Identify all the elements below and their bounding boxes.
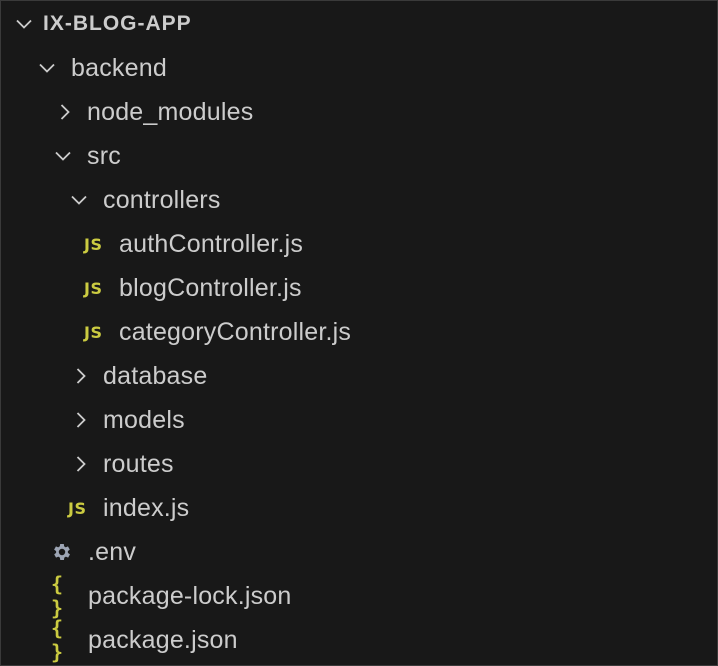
javascript-file-icon: JS bbox=[84, 322, 103, 342]
tree-item-label: database bbox=[103, 361, 208, 390]
javascript-file-icon: JS bbox=[68, 498, 87, 518]
chevron-right-icon bbox=[72, 455, 90, 473]
json-file-icon: { } bbox=[51, 616, 63, 664]
tree-item-label: models bbox=[103, 405, 185, 434]
tree-folder-controllers[interactable]: controllers bbox=[1, 178, 717, 222]
tree-file-index-js[interactable]: JS index.js bbox=[1, 486, 717, 530]
tree-folder-routes[interactable]: routes bbox=[1, 442, 717, 486]
chevron-down-icon bbox=[54, 147, 72, 165]
javascript-file-icon: JS bbox=[84, 278, 103, 298]
tree-item-label: categoryController.js bbox=[119, 317, 352, 346]
json-file-icon: { } bbox=[51, 572, 63, 620]
file-explorer: IX-BLOG-APP backend node_modules src con… bbox=[0, 0, 718, 666]
chevron-right-icon bbox=[56, 103, 74, 121]
tree-file-env[interactable]: .env bbox=[1, 530, 717, 574]
tree-folder-database[interactable]: database bbox=[1, 354, 717, 398]
tree-item-label: package.json bbox=[88, 625, 238, 654]
gear-icon bbox=[51, 541, 77, 563]
chevron-down-icon bbox=[70, 191, 88, 209]
tree-file-package-lock-json[interactable]: { } package-lock.json bbox=[1, 572, 717, 620]
tree-file-blog-controller[interactable]: JS blogController.js bbox=[1, 266, 717, 310]
javascript-file-icon: JS bbox=[84, 234, 103, 254]
tree-folder-backend[interactable]: backend bbox=[1, 46, 717, 90]
tree-file-category-controller[interactable]: JS categoryController.js bbox=[1, 310, 717, 354]
tree-file-package-json[interactable]: { } package.json bbox=[1, 616, 717, 664]
tree-item-label: routes bbox=[103, 449, 174, 478]
tree-folder-node-modules[interactable]: node_modules bbox=[1, 90, 717, 134]
chevron-down-icon bbox=[38, 59, 56, 77]
tree-item-label: src bbox=[87, 141, 121, 170]
tree-item-label: .env bbox=[88, 537, 137, 566]
tree-item-label: backend bbox=[71, 53, 167, 82]
chevron-right-icon bbox=[72, 411, 90, 429]
tree-item-label: blogController.js bbox=[119, 273, 302, 302]
tree-folder-models[interactable]: models bbox=[1, 398, 717, 442]
chevron-right-icon bbox=[72, 367, 90, 385]
tree-item-label: index.js bbox=[103, 493, 190, 522]
tree-item-label: authController.js bbox=[119, 229, 304, 258]
explorer-root-section[interactable]: IX-BLOG-APP bbox=[1, 2, 717, 46]
explorer-root-title: IX-BLOG-APP bbox=[43, 12, 192, 35]
tree-item-label: controllers bbox=[103, 185, 221, 214]
tree-item-label: package-lock.json bbox=[88, 581, 292, 610]
tree-folder-src[interactable]: src bbox=[1, 134, 717, 178]
chevron-down-icon[interactable] bbox=[15, 15, 33, 33]
tree-file-auth-controller[interactable]: JS authController.js bbox=[1, 222, 717, 266]
tree-item-label: node_modules bbox=[87, 97, 254, 126]
